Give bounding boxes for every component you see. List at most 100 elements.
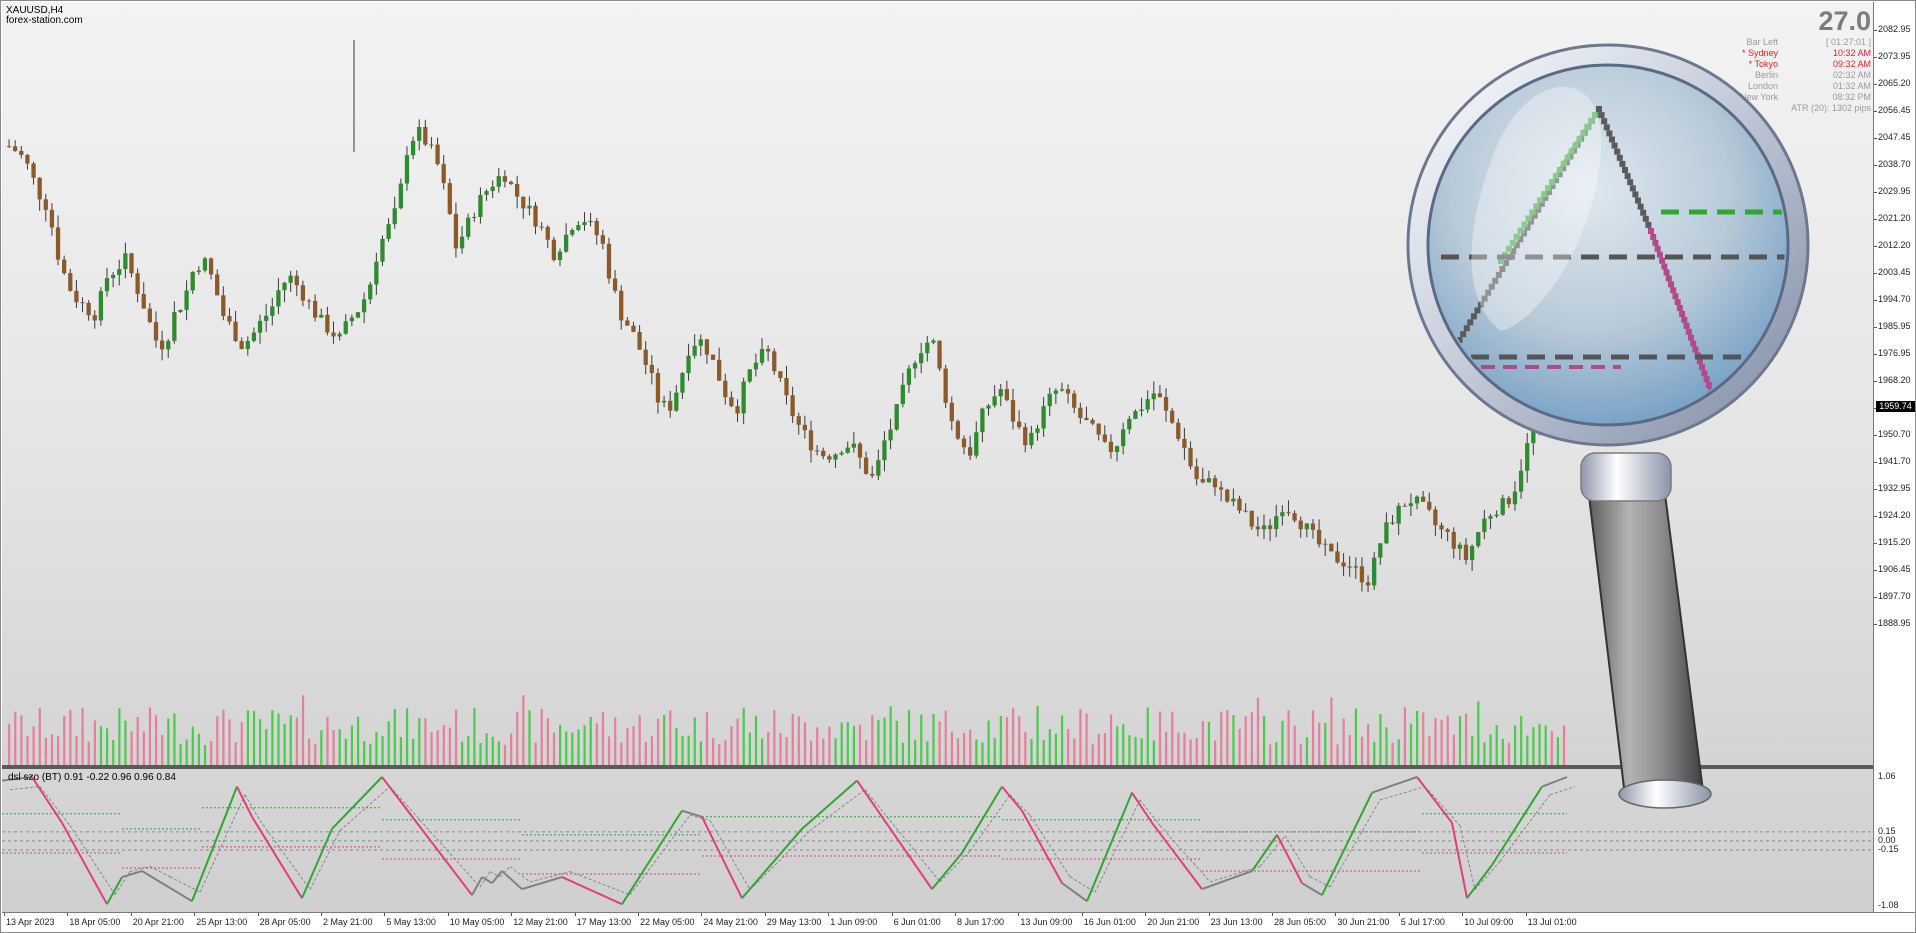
indicator-panel[interactable]: dsl szo (BT) 0.91 -0.22 0.96 0.96 0.84 xyxy=(2,769,1873,912)
volume-bar xyxy=(8,723,11,765)
volume-bar xyxy=(277,713,280,765)
oscillator-signal-line xyxy=(1029,815,1071,877)
candle-body xyxy=(919,353,924,364)
candle-body xyxy=(839,452,844,455)
volume-bar xyxy=(320,730,323,765)
volume-bar xyxy=(577,729,580,765)
volume-bar xyxy=(583,725,586,765)
candle-body xyxy=(374,261,379,285)
time-tick xyxy=(891,913,893,916)
candle-body xyxy=(172,312,177,341)
candle-body xyxy=(1231,498,1236,502)
price-panel[interactable]: XAUUSD,H4 forex-station.com 27.0 Bar Lef… xyxy=(2,2,1873,765)
candle-body xyxy=(1298,520,1303,530)
candle-body xyxy=(949,402,954,422)
oscillator-segment xyxy=(1131,792,1153,824)
oscillator-segment xyxy=(251,816,303,899)
candle-body xyxy=(62,259,67,274)
candle-body xyxy=(478,194,483,218)
volume-bar xyxy=(1085,713,1088,765)
volume-bar xyxy=(167,718,170,765)
candle-body xyxy=(453,213,459,249)
time-axis-label: 16 Jun 01:00 xyxy=(1083,917,1136,927)
volume-bar xyxy=(308,738,311,765)
candle-body xyxy=(643,349,648,365)
candle-body xyxy=(1512,491,1518,505)
volume-bar xyxy=(840,722,843,765)
candle-body xyxy=(1323,543,1328,545)
candle-body xyxy=(141,293,146,309)
oscillator-segment xyxy=(141,870,163,884)
candle-body xyxy=(1047,393,1052,407)
info-row-value: 02:32 AM xyxy=(1832,70,1871,80)
candle-body xyxy=(1531,426,1536,444)
candle-body xyxy=(723,380,728,398)
oscillator-segment xyxy=(1251,834,1278,872)
candle-body xyxy=(49,209,55,228)
price-tick xyxy=(1874,165,1877,166)
volume-bar xyxy=(418,718,421,765)
volume-bar xyxy=(1011,708,1015,765)
candle-body xyxy=(1457,544,1463,549)
time-tick xyxy=(1145,913,1147,916)
volume-bar xyxy=(1024,732,1027,765)
volume-bar xyxy=(1471,735,1474,765)
candle-body xyxy=(796,416,801,425)
price-chart-svg xyxy=(6,40,1567,765)
candle-body xyxy=(92,315,97,321)
candle-body xyxy=(147,308,152,323)
candle-body xyxy=(43,199,48,210)
volume-bar xyxy=(461,741,464,765)
candle-body xyxy=(1335,551,1340,563)
volume-bar xyxy=(106,728,109,765)
candle-body xyxy=(1261,525,1267,530)
time-tick xyxy=(321,913,322,916)
volume-bar xyxy=(1207,721,1211,765)
info-row-value: 01:32 AM xyxy=(1832,81,1871,91)
volume-bar xyxy=(846,722,849,765)
volume-bar xyxy=(14,711,17,765)
volume-bar xyxy=(1281,720,1284,765)
candle-body xyxy=(778,371,783,379)
volume-bar xyxy=(32,726,35,765)
candle-body xyxy=(331,332,336,337)
volume-bar xyxy=(1452,734,1455,765)
time-tick xyxy=(447,913,449,916)
candle-body xyxy=(790,395,795,417)
price-axis[interactable]: 2082.95 2073.95 2065.20 2056.45 2047.45 2038.… xyxy=(1873,2,1915,912)
price-tick xyxy=(1874,57,1877,58)
volume-bar xyxy=(203,744,207,765)
candle-body xyxy=(1237,498,1242,511)
candle-body xyxy=(153,322,159,341)
candle-body xyxy=(710,354,716,360)
volume-bar xyxy=(1134,736,1137,765)
candle-body xyxy=(625,320,630,326)
volume-bar xyxy=(118,708,121,765)
time-axis[interactable]: 13 Apr 2023 18 Apr 05:00 20 Apr 21:00 25 Ap… xyxy=(2,912,1915,932)
volume-bar xyxy=(136,716,139,765)
volume-bar xyxy=(1005,717,1009,765)
current-price-tag: 1959.74 xyxy=(1876,401,1915,413)
candle-body xyxy=(288,275,293,283)
volume-bar xyxy=(216,716,219,765)
candle-body xyxy=(1549,408,1554,415)
candle-body xyxy=(1090,420,1095,424)
volume-bar xyxy=(142,731,145,765)
oscillator-segment xyxy=(881,816,933,890)
time-axis-label: 28 Jun 05:00 xyxy=(1274,917,1327,927)
volume-bar xyxy=(834,738,837,765)
candle-body xyxy=(245,340,250,350)
chart-window[interactable]: XAUUSD,H4 forex-station.com 27.0 Bar Lef… xyxy=(0,0,1916,933)
volume-bar xyxy=(1354,708,1358,765)
volume-bar xyxy=(1556,737,1560,765)
candle-body xyxy=(1280,512,1285,517)
info-row-value: 10:32 AM xyxy=(1832,48,1871,58)
time-tick xyxy=(67,913,69,916)
candle-body xyxy=(202,258,208,271)
candle-body xyxy=(117,269,122,275)
info-row-sydney: * Sydney 10:32 AM xyxy=(1673,48,1873,59)
volume-bar xyxy=(767,732,770,765)
time-tick xyxy=(955,913,956,916)
volume-bar xyxy=(926,741,929,765)
candle-body xyxy=(123,253,128,270)
